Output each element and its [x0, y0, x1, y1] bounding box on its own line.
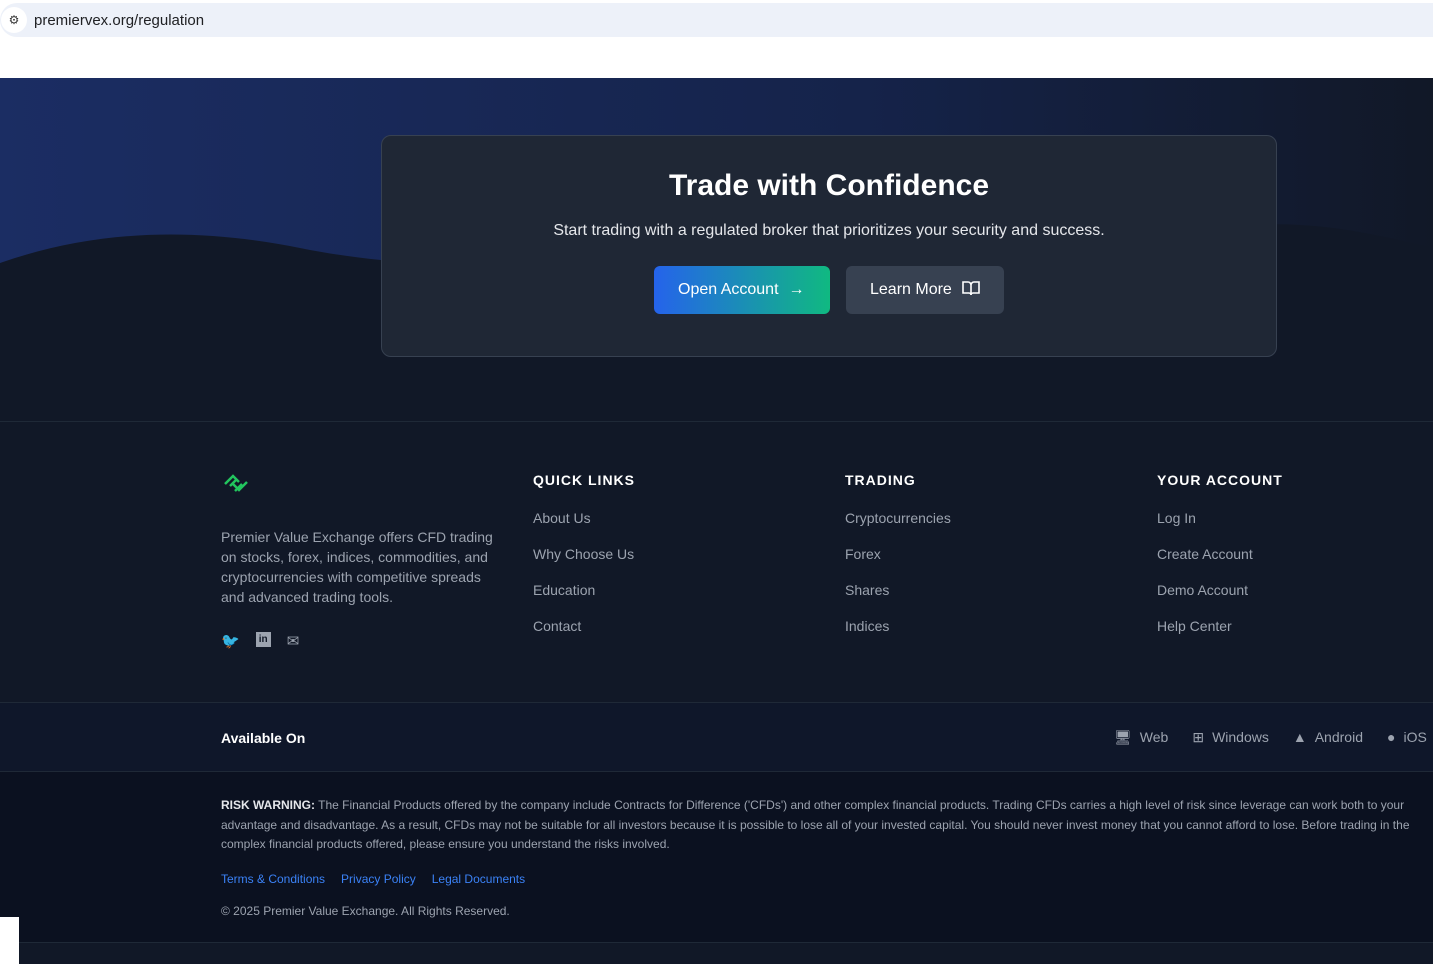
cta-card: Trade with Confidence Start trading with…: [381, 135, 1277, 357]
link-shares[interactable]: Shares: [845, 582, 951, 598]
copyright: © 2025 Premier Value Exchange. All Right…: [221, 904, 510, 918]
risk-warning: RISK WARNING: The Financial Products off…: [221, 796, 1421, 855]
link-contact[interactable]: Contact: [533, 618, 635, 634]
side-widget-tab[interactable]: [0, 917, 19, 964]
link-demo-account[interactable]: Demo Account: [1157, 582, 1283, 598]
column-title: YOUR ACCOUNT: [1157, 472, 1283, 488]
platform-ios[interactable]: ● iOS: [1387, 729, 1427, 746]
linkedin-icon[interactable]: in: [255, 632, 271, 647]
column-title: TRADING: [845, 472, 916, 488]
link-forex[interactable]: Forex: [845, 546, 951, 562]
account-column: YOUR ACCOUNT Log In Create Account Demo …: [1157, 472, 1283, 634]
url-text[interactable]: premiervex.org/regulation: [34, 12, 204, 29]
android-icon: ▲: [1292, 729, 1307, 745]
desktop-icon: 🖥: [1114, 729, 1132, 745]
open-account-label: Open Account: [678, 281, 779, 298]
link-create-account[interactable]: Create Account: [1157, 546, 1283, 562]
link-log-in[interactable]: Log In: [1157, 510, 1283, 526]
hero-section: Trade with Confidence Start trading with…: [0, 78, 1433, 422]
bottom-bar: [0, 942, 1433, 964]
platform-label: Android: [1314, 729, 1363, 745]
privacy-link[interactable]: Privacy Policy: [341, 872, 416, 886]
legal-documents-link[interactable]: Legal Documents: [432, 872, 525, 886]
platform-android[interactable]: ▲ Android: [1293, 729, 1363, 746]
platform-label: Windows: [1212, 729, 1269, 745]
arrow-right-icon: →: [788, 281, 805, 298]
column-title: QUICK LINKS: [533, 472, 635, 488]
risk-label: RISK WARNING:: [221, 798, 315, 812]
platform-label: Web: [1139, 729, 1169, 745]
apple-icon: ●: [1386, 729, 1396, 745]
trading-column: TRADING Cryptocurrencies Forex Shares In…: [845, 472, 951, 634]
open-account-button[interactable]: Open Account →: [654, 266, 830, 314]
risk-text: The Financial Products offered by the co…: [221, 798, 1410, 851]
link-help-center[interactable]: Help Center: [1157, 618, 1283, 634]
logo[interactable]: [221, 470, 251, 505]
quick-links-column: QUICK LINKS About Us Why Choose Us Educa…: [533, 472, 635, 634]
terms-link[interactable]: Terms & Conditions: [221, 872, 325, 886]
available-on-bar: Available On 🖥 Web ⊞ Windows ▲ Android ● iOS: [0, 702, 1433, 772]
link-indices[interactable]: Indices: [845, 618, 951, 634]
link-education[interactable]: Education: [533, 582, 635, 598]
risk-section: RISK WARNING: The Financial Products off…: [0, 772, 1433, 942]
learn-more-label: Learn More: [870, 281, 952, 298]
platform-label: iOS: [1403, 729, 1427, 745]
company-description: Premier Value Exchange offers CFD tradin…: [221, 529, 493, 605]
footer: Premier Value Exchange offers CFD tradin…: [0, 422, 1433, 702]
cta-subtitle: Start trading with a regulated broker th…: [553, 222, 1105, 239]
twitter-icon[interactable]: 🐦: [221, 632, 240, 650]
link-about-us[interactable]: About Us: [533, 510, 635, 526]
windows-icon: ⊞: [1192, 729, 1205, 745]
available-on-label: Available On: [221, 730, 306, 746]
learn-more-button[interactable]: Learn More: [846, 266, 1004, 314]
link-why-choose-us[interactable]: Why Choose Us: [533, 546, 635, 562]
cta-title: Trade with Confidence: [668, 169, 990, 202]
site-settings-icon[interactable]: ⚙: [1, 7, 27, 33]
link-cryptocurrencies[interactable]: Cryptocurrencies: [845, 510, 951, 526]
platform-windows[interactable]: ⊞ Windows: [1192, 729, 1269, 746]
platform-web[interactable]: 🖥 Web: [1114, 729, 1168, 746]
email-icon[interactable]: ✉: [287, 632, 300, 650]
address-bar[interactable]: ⚙ premiervex.org/regulation: [0, 3, 1433, 37]
book-open-icon: [962, 280, 980, 301]
